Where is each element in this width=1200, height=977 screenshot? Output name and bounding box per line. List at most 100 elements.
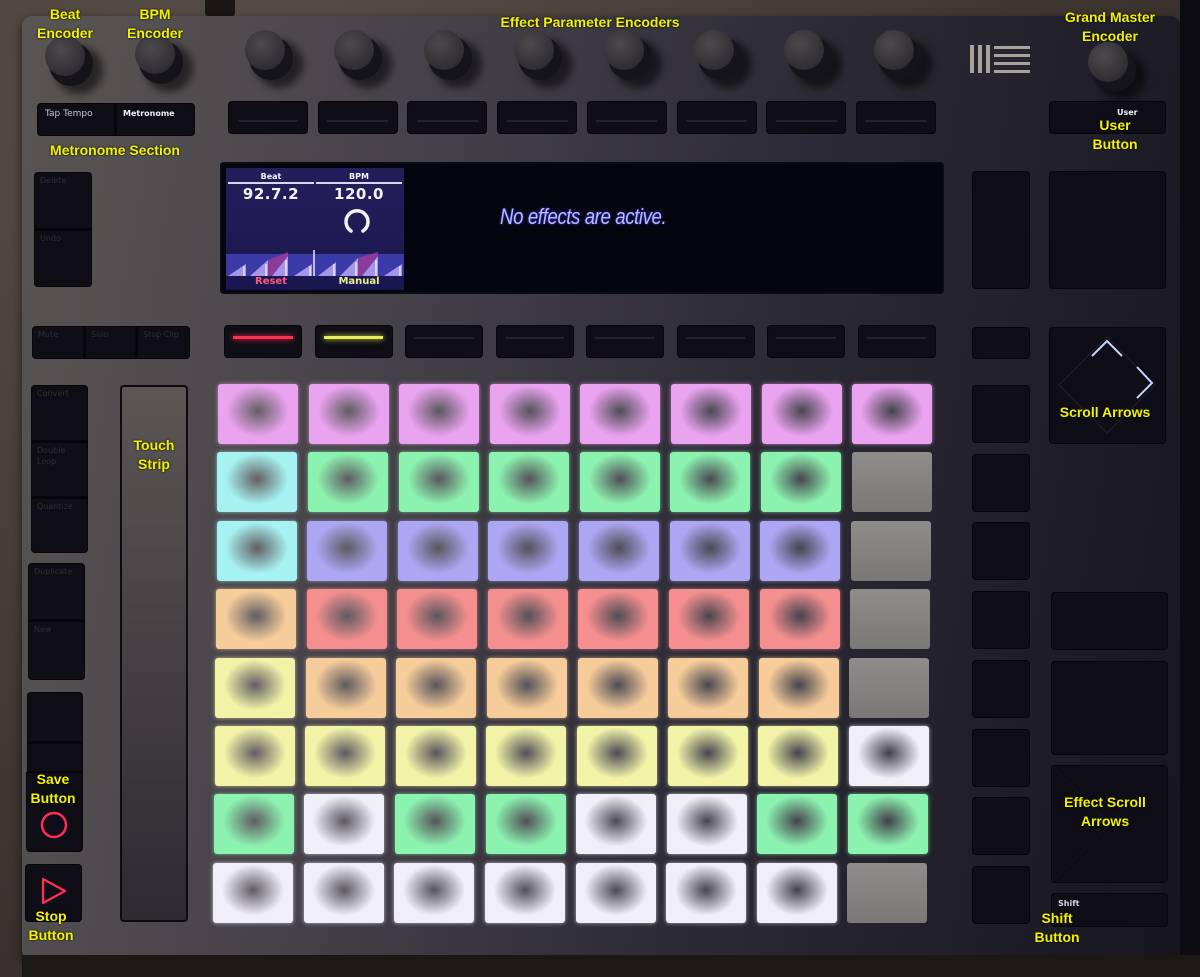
effect-encoder-3[interactable] (424, 30, 482, 88)
track-select-button-2[interactable] (314, 325, 393, 358)
pad-r7-c4[interactable] (485, 794, 566, 855)
pad-r6-c2[interactable] (305, 726, 386, 786)
pad-r8-c7[interactable] (756, 862, 837, 923)
pad-r1-c2[interactable] (308, 384, 389, 444)
pad-r7-c5[interactable] (576, 794, 657, 855)
pad-r8-c5[interactable] (575, 862, 656, 923)
pad-r3-c2[interactable] (307, 520, 388, 581)
pad-r2-c7[interactable] (760, 452, 841, 513)
effect-encoder-1[interactable] (245, 30, 303, 88)
track-select-button-7[interactable] (767, 325, 845, 358)
track-select-button-3[interactable] (405, 325, 483, 358)
track-select-button-1[interactable] (224, 325, 302, 358)
pad-r7-c2[interactable] (304, 794, 385, 855)
pad-r2-c2[interactable] (307, 452, 388, 513)
pad-r2-c4[interactable] (489, 452, 570, 513)
pad-r6-c3[interactable] (395, 726, 476, 786)
scene-launch-button-2[interactable] (972, 454, 1030, 512)
effect-top-button-7[interactable] (766, 101, 847, 134)
pad-r5-c8[interactable] (849, 657, 930, 718)
pad-r7-c7[interactable] (757, 794, 838, 855)
scene-launch-button-7[interactable] (972, 797, 1030, 855)
effect-top-button-6[interactable] (676, 101, 757, 134)
pad-r6-c1[interactable] (214, 726, 295, 786)
pad-r1-c4[interactable] (489, 384, 570, 444)
scene-launch-button-3[interactable] (972, 522, 1030, 580)
grand-master-encoder[interactable] (1088, 42, 1146, 100)
scene-launch-button-4[interactable] (972, 591, 1030, 649)
pad-r5-c4[interactable] (487, 657, 567, 718)
pad-r6-c4[interactable] (486, 726, 567, 786)
pad-r3-c6[interactable] (669, 520, 750, 581)
beat-encoder[interactable] (45, 36, 103, 94)
delete-button[interactable]: Delete (34, 172, 92, 229)
effect-encoder-2[interactable] (334, 30, 392, 88)
pad-r2-c1[interactable] (217, 452, 298, 513)
pad-r1-c5[interactable] (580, 384, 661, 444)
scene-launch-button-1[interactable] (972, 385, 1030, 443)
right-lower-wide-button-1[interactable] (1051, 592, 1168, 650)
tap-tempo-button[interactable]: Tap Tempo (37, 103, 115, 136)
metronome-button[interactable]: Metronome (115, 103, 195, 136)
scroll-arrows-pad[interactable] (1049, 327, 1166, 444)
pad-r7-c3[interactable] (395, 794, 475, 855)
pad-r4-c8[interactable] (850, 589, 931, 650)
duplicate-button[interactable]: Duplicate (28, 563, 85, 620)
pad-r4-c1[interactable] (215, 589, 296, 650)
pad-r5-c7[interactable] (758, 657, 839, 718)
right-top-button[interactable] (972, 171, 1030, 289)
effect-encoder-5[interactable] (604, 30, 662, 88)
pad-r3-c7[interactable] (760, 520, 841, 581)
right-top-wide-button[interactable] (1049, 171, 1166, 289)
right-lower-wide-button-2[interactable] (1051, 661, 1168, 755)
scene-launch-button-5[interactable] (972, 660, 1030, 718)
pad-r4-c7[interactable] (759, 589, 840, 650)
pad-r1-c8[interactable] (852, 384, 933, 444)
mute-button[interactable]: Mute (32, 326, 84, 359)
pad-r7-c1[interactable] (213, 794, 294, 855)
effect-encoder-4[interactable] (514, 30, 572, 88)
pad-r3-c1[interactable] (216, 520, 297, 581)
pad-r7-c8[interactable] (848, 794, 928, 855)
pad-r5-c5[interactable] (577, 657, 658, 718)
scene-launch-button-6[interactable] (972, 729, 1030, 787)
pad-r2-c8[interactable] (851, 452, 932, 513)
convert-button[interactable]: Convert (31, 385, 88, 441)
pad-r5-c3[interactable] (396, 657, 477, 718)
pad-r4-c4[interactable] (487, 589, 568, 650)
effect-top-button-1[interactable] (228, 101, 308, 134)
pad-r8-c6[interactable] (666, 862, 747, 923)
quantize-button[interactable]: Quantize (31, 497, 88, 553)
track-select-button-6[interactable] (676, 325, 755, 358)
solo-button[interactable]: Solo (84, 326, 136, 359)
pad-r3-c3[interactable] (397, 520, 478, 581)
pad-r1-c3[interactable] (399, 384, 480, 444)
pad-r4-c3[interactable] (397, 589, 478, 650)
pad-r3-c4[interactable] (488, 520, 569, 581)
track-select-button-8[interactable] (857, 325, 936, 358)
pad-r2-c3[interactable] (398, 452, 479, 513)
fixed-length-button[interactable] (27, 692, 83, 742)
pad-r8-c4[interactable] (484, 862, 565, 923)
pad-r6-c8[interactable] (848, 726, 929, 786)
pad-r5-c2[interactable] (305, 657, 386, 718)
new-button[interactable]: New (28, 620, 85, 680)
effect-top-button-2[interactable] (317, 101, 398, 134)
effect-top-button-4[interactable] (497, 101, 578, 134)
track-select-button-4[interactable] (495, 325, 574, 358)
right-small-button[interactable] (972, 327, 1030, 359)
effect-encoder-6[interactable] (694, 30, 752, 88)
pad-r6-c7[interactable] (758, 726, 839, 786)
pad-r5-c1[interactable] (215, 657, 296, 718)
pad-r8-c8[interactable] (847, 862, 928, 923)
pad-r2-c6[interactable] (670, 452, 751, 513)
effect-top-button-5[interactable] (586, 101, 667, 134)
stop-clip-button[interactable]: Stop Clip (136, 326, 190, 359)
effect-encoder-7[interactable] (784, 30, 842, 88)
pad-r1-c6[interactable] (671, 384, 751, 444)
pad-r8-c3[interactable] (394, 862, 475, 923)
pad-r8-c1[interactable] (213, 862, 294, 923)
pad-r4-c5[interactable] (578, 589, 659, 650)
pad-r2-c5[interactable] (579, 452, 660, 513)
scene-launch-button-8[interactable] (972, 866, 1030, 924)
